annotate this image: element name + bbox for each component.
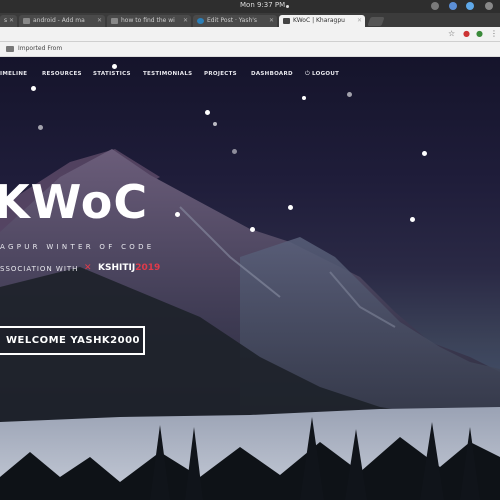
star-dot: [213, 122, 217, 126]
star-icon[interactable]: ☆: [448, 30, 455, 38]
nav-item-statistics[interactable]: STATISTICS: [93, 71, 131, 77]
tab-4-label: Edit Post · Yash's: [207, 17, 258, 24]
extension-icon[interactable]: ●: [463, 30, 470, 38]
mountain-background: [0, 149, 500, 500]
os-clock: Mon 9:37 PM: [240, 1, 286, 9]
site-nav: IMELINE RESOURCES STATISTICS TESTIMONIAL…: [0, 70, 500, 83]
wordpress-icon: [197, 18, 204, 24]
hero-subtitle: AGPUR WINTER OF CODE: [0, 243, 155, 251]
star-dot: [175, 212, 180, 217]
browser-tab-strip: s ✕ android - Add ma ✕ how to find the w…: [0, 13, 500, 27]
star-dot: [302, 96, 306, 100]
power-icon: ⏻: [305, 70, 310, 77]
tray-app-icon[interactable]: [431, 2, 439, 10]
menu-icon[interactable]: ⋮: [490, 30, 498, 38]
close-icon[interactable]: ✕: [357, 15, 362, 27]
tab-3[interactable]: how to find the wi ✕: [107, 15, 191, 27]
nav-item-dashboard[interactable]: DASHBOARD: [251, 71, 293, 77]
notification-dot-icon: [286, 5, 289, 8]
star-dot: [31, 86, 36, 91]
tab-4[interactable]: Edit Post · Yash's ✕: [193, 15, 277, 27]
tab-1[interactable]: s ✕: [0, 15, 17, 27]
nav-item-timeline[interactable]: IMELINE: [0, 71, 27, 77]
star-dot: [250, 227, 255, 232]
star-dot: [205, 110, 210, 115]
tray-network-icon[interactable]: [449, 2, 457, 10]
star-dot: [38, 125, 43, 130]
bookmark-folder-imported[interactable]: Imported From: [18, 45, 62, 52]
bookmarks-bar: Imported From: [0, 42, 500, 57]
kshitij-year: 2019: [135, 263, 161, 273]
kshitij-logo[interactable]: KSHITIJ2019: [98, 263, 160, 273]
kshitij-name: KSHITIJ: [98, 263, 136, 273]
kwoc-landing-page: IMELINE RESOURCES STATISTICS TESTIMONIAL…: [0, 57, 500, 500]
os-top-bar: Mon 9:37 PM: [0, 0, 500, 13]
welcome-button[interactable]: WELCOME YASHK2000: [0, 326, 145, 355]
tray-settings-icon[interactable]: [485, 2, 493, 10]
kwoc-favicon-icon: [283, 18, 290, 24]
nav-item-testimonials[interactable]: TESTIMONIALS: [143, 71, 192, 77]
association-text: SSOCIATION WITH: [0, 265, 79, 273]
star-dot: [232, 149, 237, 154]
nav-item-projects[interactable]: PROJECTS: [204, 71, 237, 77]
tab-5-label: KWoC | Kharagpu: [293, 17, 345, 24]
close-icon[interactable]: ✕: [9, 15, 14, 27]
address-bar[interactable]: ☆ ● ● ⋮: [0, 27, 500, 42]
new-tab-button[interactable]: [367, 17, 385, 26]
close-icon[interactable]: ✕: [269, 15, 274, 27]
hero-title: KWoC: [0, 175, 149, 229]
tab-2-label: android - Add ma: [33, 17, 85, 24]
star-dot: [410, 217, 415, 222]
star-dot: [288, 205, 293, 210]
folder-icon: [6, 46, 14, 52]
tab-2[interactable]: android - Add ma ✕: [19, 15, 105, 27]
nav-item-logout[interactable]: LOGOUT: [312, 71, 339, 77]
close-icon[interactable]: ✕: [183, 15, 188, 27]
star-dot: [347, 92, 352, 97]
stackoverflow-icon: [23, 18, 30, 24]
nav-item-resources[interactable]: RESOURCES: [42, 71, 82, 77]
extension-2-icon[interactable]: ●: [476, 30, 483, 38]
google-icon: [111, 18, 118, 24]
tab-3-label: how to find the wi: [121, 17, 175, 24]
star-dot: [422, 151, 427, 156]
tray-sound-icon[interactable]: [466, 2, 474, 10]
tab-1-label: s: [4, 17, 8, 24]
kshitij-logo-icon: ✕: [84, 263, 92, 273]
tab-5-active[interactable]: KWoC | Kharagpu ✕: [279, 15, 365, 27]
star-dot: [112, 64, 117, 69]
close-icon[interactable]: ✕: [97, 15, 102, 27]
